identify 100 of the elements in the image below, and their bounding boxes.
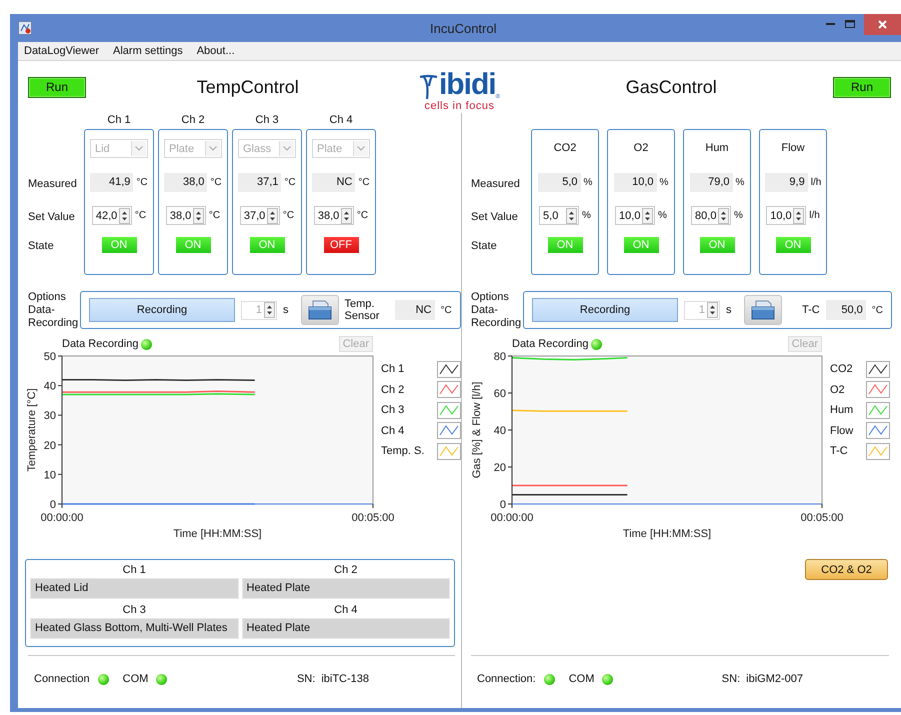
measured-value: 10,0 bbox=[614, 173, 657, 192]
unit-label: °C bbox=[210, 177, 222, 188]
measured-value: 41,9 bbox=[90, 173, 134, 192]
channel-name: O2 bbox=[634, 141, 648, 156]
unit-label: °C bbox=[208, 210, 220, 221]
com-label: COM bbox=[122, 673, 148, 685]
reading-value: 50,0 bbox=[826, 300, 866, 320]
unit-label: l/h bbox=[810, 177, 822, 188]
row-label: Set Value bbox=[471, 210, 519, 225]
channel-name: Ch 2 bbox=[333, 563, 358, 578]
channel-name: CO2 bbox=[554, 141, 576, 156]
legend-label: Hum bbox=[830, 404, 854, 416]
serial-number: ibiGM2-007 bbox=[746, 673, 803, 685]
serial-label: SN: bbox=[296, 673, 316, 685]
channel-description: Heated Lid bbox=[30, 578, 238, 599]
measured-value: NC bbox=[312, 173, 356, 192]
axis-tick-label: 20 bbox=[494, 462, 506, 474]
unit-label: % bbox=[660, 177, 668, 188]
legend-label: O2 bbox=[830, 384, 845, 396]
row-label: Set Value bbox=[28, 210, 76, 225]
legend-label: Ch 3 bbox=[381, 404, 404, 416]
reading-label: T-C bbox=[802, 304, 820, 316]
axis-tick-label: 10 bbox=[44, 469, 56, 482]
serial-label: SN: bbox=[722, 673, 740, 685]
legend-label: CO2 bbox=[830, 363, 853, 376]
reading-value: NC bbox=[394, 300, 434, 320]
channel-name: Ch 4 bbox=[329, 113, 353, 128]
unit-label: °C bbox=[356, 210, 368, 221]
channel-description: Heated Plate bbox=[242, 618, 450, 639]
unit-label: °C bbox=[440, 304, 452, 316]
axis-title: Time [HH:MM:SS] bbox=[173, 528, 262, 540]
com-label: COM bbox=[568, 673, 594, 685]
channel-name: Ch 3 bbox=[122, 603, 147, 618]
unit-label: s bbox=[283, 304, 288, 316]
legend-label: T-C bbox=[830, 445, 848, 458]
channel-name: Hum bbox=[705, 141, 729, 156]
options-label: Options Data-Recording bbox=[471, 291, 522, 330]
unit-label: °C bbox=[872, 304, 883, 316]
axis-title: Time [HH:MM:SS] bbox=[622, 528, 712, 540]
logo-tagline: cells in focus bbox=[424, 100, 494, 112]
legend-label: Temp. S. bbox=[381, 445, 424, 458]
row-label: State bbox=[471, 239, 498, 254]
unit-label: °C bbox=[284, 177, 296, 188]
axis-tick-label: 80 bbox=[494, 352, 506, 363]
axis-title: Gas [%] & Flow [l/h] bbox=[471, 382, 483, 478]
axis-tick-label: 00:05:00 bbox=[800, 512, 844, 524]
axis-tick-label: 00:00:00 bbox=[490, 512, 534, 524]
legend-label: Ch 4 bbox=[381, 424, 404, 437]
axis-tick-label: 60 bbox=[494, 388, 506, 400]
row-label: State bbox=[28, 239, 55, 254]
legend-label: Flow bbox=[830, 424, 854, 437]
axis-tick-label: 00:05:00 bbox=[352, 512, 394, 524]
axis-tick-label: 00:00:00 bbox=[40, 512, 84, 524]
channel-name: Ch 4 bbox=[333, 603, 358, 618]
options-label: Options Data-Recording bbox=[28, 291, 80, 330]
legend-label: Ch 1 bbox=[381, 363, 404, 376]
measured-value: 79,0 bbox=[690, 173, 733, 192]
measured-value: 5,0 bbox=[538, 173, 581, 192]
unit-label: °C bbox=[136, 177, 148, 188]
measured-value: 9,9 bbox=[764, 173, 808, 192]
reading-label: Temp. Sensor bbox=[344, 298, 380, 322]
axis-tick-label: 20 bbox=[44, 440, 56, 452]
axis-tick-label: 0 bbox=[500, 499, 506, 511]
axis-tick-label: 30 bbox=[44, 410, 56, 422]
logo-wordmark: ibidi bbox=[438, 70, 496, 100]
unit-label: °C bbox=[358, 177, 370, 188]
measured-value: 38,0 bbox=[164, 173, 208, 192]
axis-tick-label: 40 bbox=[44, 380, 56, 393]
channel-description: Heated Plate bbox=[242, 578, 450, 599]
axis-tick-label: 50 bbox=[44, 352, 56, 363]
unit-label: % bbox=[582, 210, 591, 221]
unit-label: % bbox=[658, 210, 667, 221]
axis-title: Temperature [°C] bbox=[26, 388, 38, 472]
row-label: Measured bbox=[471, 177, 521, 192]
recording-status-label: Data Recording bbox=[512, 338, 588, 350]
axis-tick-label: 40 bbox=[494, 425, 506, 437]
panel-title: GasControl bbox=[624, 76, 718, 98]
unit-label: % bbox=[734, 210, 743, 221]
channel-name: Ch 1 bbox=[107, 113, 131, 128]
measured-value: 37,1 bbox=[238, 173, 282, 192]
unit-label: s bbox=[726, 304, 732, 316]
panel-title: TempControl bbox=[196, 76, 300, 98]
axis-tick-label: 0 bbox=[50, 499, 56, 511]
row-label: Measured bbox=[28, 177, 78, 192]
connection-label: Connection bbox=[34, 673, 90, 685]
window-title: IncuControl bbox=[430, 21, 496, 36]
unit-label: l/h bbox=[809, 210, 820, 221]
unit-label: °C bbox=[134, 210, 146, 221]
channel-name: Ch 1 bbox=[122, 563, 147, 578]
channel-description: Heated Glass Bottom, Multi-Well Plates bbox=[30, 618, 238, 639]
recording-status-label: Data Recording bbox=[62, 338, 138, 350]
channel-name: Flow bbox=[781, 141, 805, 156]
unit-label: % bbox=[584, 177, 592, 188]
unit-label: °C bbox=[282, 210, 294, 221]
unit-label: % bbox=[736, 177, 744, 188]
legend-label: Ch 2 bbox=[381, 384, 404, 396]
channel-name: Ch 3 bbox=[255, 113, 279, 128]
connection-label: Connection: bbox=[477, 673, 536, 685]
channel-name: Ch 2 bbox=[181, 113, 205, 128]
serial-number: ibiTC-138 bbox=[321, 673, 369, 685]
